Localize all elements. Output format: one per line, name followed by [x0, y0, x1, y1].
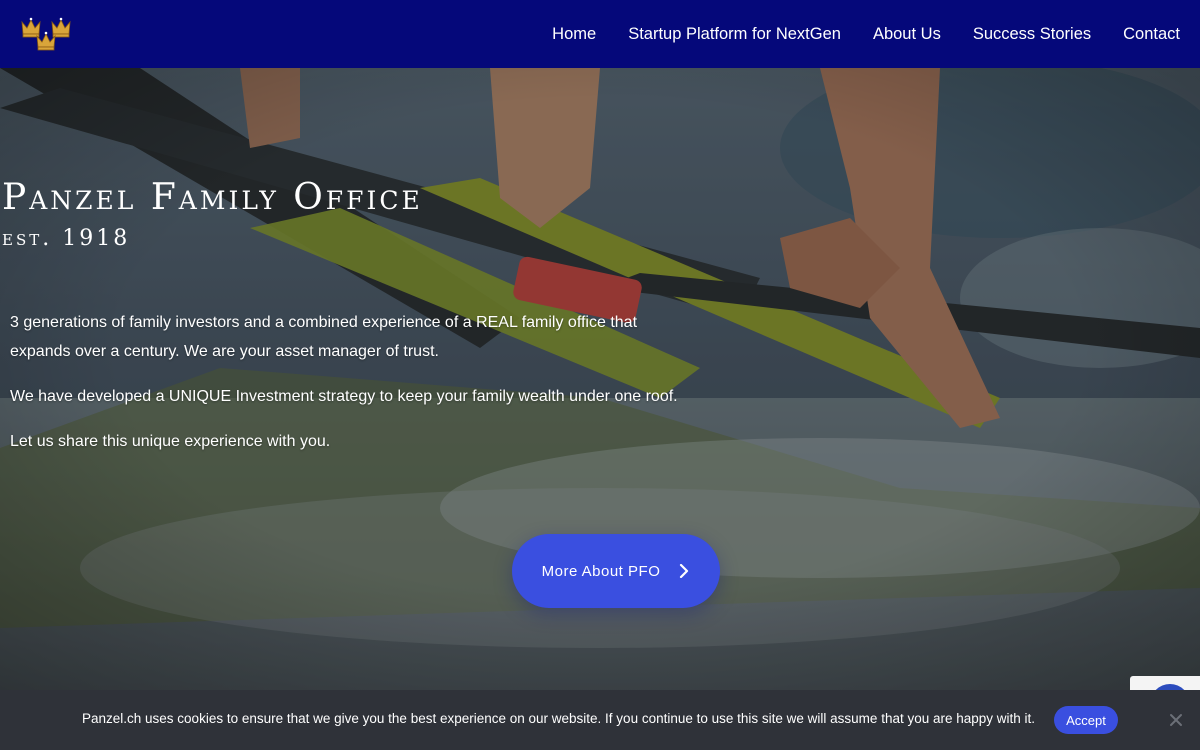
intro-paragraph: Let us share this unique experience with…: [10, 433, 331, 450]
hero-section: Panzel Family Office est. 1918 3 generat…: [0, 68, 1200, 690]
nav-item-success-stories[interactable]: Success Stories: [973, 25, 1091, 44]
nav-item-home[interactable]: Home: [552, 25, 596, 44]
cookie-consent-bar: Panzel.ch uses cookies to ensure that we…: [0, 690, 1200, 750]
nav-item-startup-platform[interactable]: Startup Platform for NextGen: [628, 25, 841, 44]
more-about-pfo-button[interactable]: More About PFO: [512, 534, 720, 608]
cookie-notice-text: Panzel.ch uses cookies to ensure that we…: [82, 711, 1036, 726]
accept-cookies-button[interactable]: Accept: [1054, 706, 1118, 734]
cta-label: More About PFO: [541, 562, 661, 580]
chevron-right-icon: [680, 564, 689, 578]
main-nav: Home Startup Platform for NextGen About …: [520, 0, 1180, 68]
intro-paragraph: We have developed a UNIQUE Investment st…: [10, 388, 678, 405]
close-icon[interactable]: [1168, 712, 1184, 728]
intro-text: 3 generations of family investors and a …: [10, 308, 690, 472]
crown-logo-icon[interactable]: [20, 14, 80, 52]
intro-paragraph: 3 generations of family investors and a …: [10, 314, 638, 360]
nav-item-about-us[interactable]: About Us: [873, 25, 941, 44]
nav-item-contact[interactable]: Contact: [1123, 25, 1180, 44]
site-header: Home Startup Platform for NextGen About …: [0, 0, 1200, 68]
established-subtitle: est. 1918: [2, 226, 131, 251]
page-title: Panzel Family Office: [2, 177, 423, 218]
